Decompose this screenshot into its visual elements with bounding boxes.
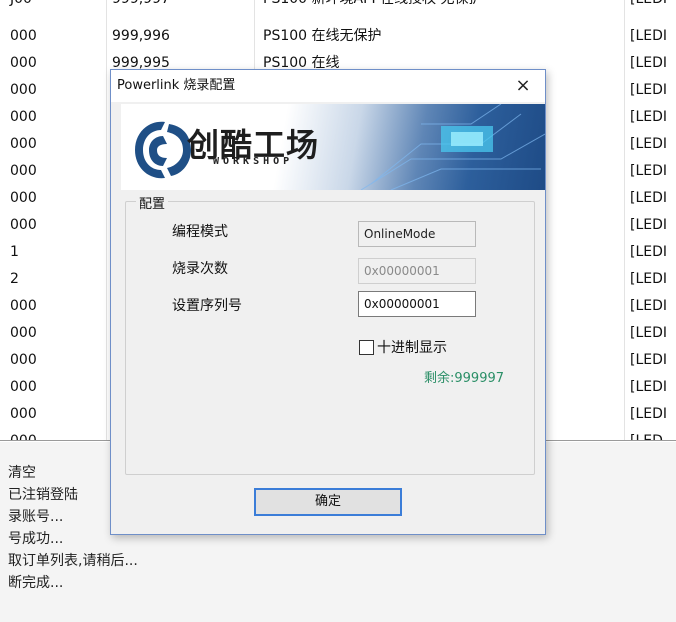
- table-cell: 000: [10, 55, 37, 71]
- table-cell: [LEDI: [630, 163, 668, 179]
- log-line: 已注销登陆: [8, 487, 78, 503]
- table-cell: 000: [10, 109, 37, 125]
- table-cell: J00: [10, 0, 32, 13]
- count-field: 0x00000001: [358, 258, 476, 284]
- table-cell: 000: [10, 428, 37, 440]
- mode-label: 编程模式: [172, 224, 228, 240]
- config-group: 配置 编程模式 OnlineMode 烧录次数 0x00000001 设置序列号…: [125, 193, 535, 475]
- table-cell: [LEDI: [630, 379, 668, 395]
- remaining-count: 剩余:999997: [424, 371, 505, 386]
- table-cell: 000: [10, 298, 37, 314]
- table-cell: 000: [10, 406, 37, 422]
- table-cell: [LEDI: [630, 325, 668, 341]
- table-cell: 000: [10, 325, 37, 341]
- table-cell: 000: [10, 28, 37, 44]
- mode-field[interactable]: OnlineMode: [358, 221, 476, 247]
- table-cell: 999,996: [112, 28, 170, 44]
- table-cell: 000: [10, 136, 37, 152]
- ok-button[interactable]: 确定: [254, 488, 402, 516]
- table-cell: [LEDI: [630, 352, 668, 368]
- log-line: 清空: [8, 465, 36, 481]
- table-cell: PS100 新环境API 在线授权 无保护: [263, 0, 483, 13]
- serial-label: 设置序列号: [172, 298, 242, 314]
- serial-input[interactable]: 0x00000001: [358, 291, 476, 317]
- log-line: 取订单列表,请稍后...: [8, 553, 138, 569]
- table-cell: 1: [10, 244, 19, 260]
- dialog-title: Powerlink 烧录配置: [117, 78, 236, 93]
- table-cell: 000: [10, 190, 37, 206]
- table-cell: [LEDI: [630, 28, 668, 44]
- table-cell: [LEDI: [630, 109, 668, 125]
- table-cell: PS100 在线无保护: [263, 28, 382, 44]
- table-cell: [LEDI: [630, 0, 667, 13]
- table-cell: 000: [10, 163, 37, 179]
- table-cell: [LEDI: [630, 190, 668, 206]
- log-line: 录账号...: [8, 509, 64, 525]
- table-cell: [LEDI: [630, 217, 668, 233]
- table-cell: [LEDI: [630, 406, 668, 422]
- logo-subtext: WORKSHOP: [213, 156, 294, 167]
- logo-icon: [135, 104, 545, 190]
- checkbox-icon[interactable]: [359, 340, 374, 355]
- table-cell: 999,997: [112, 0, 170, 13]
- log-line: 断完成...: [8, 575, 64, 591]
- table-cell: 000: [10, 82, 37, 98]
- count-label: 烧录次数: [172, 261, 228, 277]
- table-cell: [LEDI: [630, 136, 668, 152]
- powerlink-config-dialog[interactable]: Powerlink 烧录配置 × 创酷工场 WORKSHOP 配置 编程模式 O…: [110, 69, 546, 535]
- decimal-checkbox-label[interactable]: 十进制显示: [377, 337, 447, 357]
- table-cell: 000: [10, 217, 37, 233]
- table-row[interactable]: J00 999,997 PS100 新环境API 在线授权 无保护 [LEDI: [0, 0, 676, 13]
- table-cell: 2: [10, 271, 19, 287]
- brand-banner: 创酷工场 WORKSHOP: [121, 104, 545, 190]
- table-cell: [LEDI: [630, 271, 668, 287]
- close-icon[interactable]: ×: [509, 73, 537, 99]
- table-cell: [LEDI: [630, 82, 668, 98]
- table-cell: 000: [10, 379, 37, 395]
- table-cell: [LEDI: [630, 298, 668, 314]
- dialog-titlebar[interactable]: Powerlink 烧录配置 ×: [111, 70, 545, 102]
- group-label: 配置: [136, 193, 169, 212]
- table-cell: [LED: [630, 428, 663, 440]
- table-cell: [LEDI: [630, 55, 668, 71]
- table-row[interactable]: 000 999,996 PS100 在线无保护 [LEDI: [0, 23, 676, 50]
- table-cell: [LEDI: [630, 244, 668, 260]
- log-line: 号成功...: [8, 531, 64, 547]
- table-cell: 000: [10, 352, 37, 368]
